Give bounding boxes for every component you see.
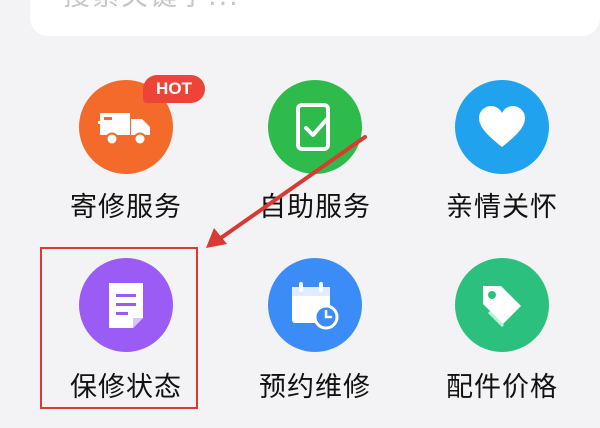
search-bar[interactable]: 搜索关键字... [30, 0, 600, 36]
parts-price-icon-circle [455, 258, 549, 352]
calendar-clock-icon [292, 282, 339, 330]
grid-item-label: 自助服务 [259, 192, 371, 223]
grid-item-family-care[interactable]: 亲情关怀 [402, 80, 600, 250]
grid-item-self-service[interactable]: 自助服务 [215, 80, 415, 250]
heart-icon [479, 106, 525, 147]
truck-icon [98, 113, 150, 146]
tag-icon [483, 286, 521, 328]
self-service-icon-circle [268, 80, 362, 174]
grid-item-mail-repair[interactable]: 寄修服务 [26, 80, 226, 250]
grid-item-label: 预约维修 [259, 372, 371, 403]
grid-item-appointment-repair[interactable]: 预约维修 [215, 258, 415, 428]
hot-badge: HOT [143, 75, 205, 103]
highlight-box [40, 247, 198, 409]
family-care-icon-circle [455, 80, 549, 174]
phone-check-icon [296, 103, 330, 151]
grid-item-label: 配件价格 [446, 372, 558, 403]
search-input[interactable]: 搜索关键字... [63, 0, 240, 13]
grid-item-label: 亲情关怀 [446, 192, 558, 223]
grid-item-label: 寄修服务 [70, 192, 182, 223]
appointment-repair-icon-circle [268, 258, 362, 352]
grid-item-parts-price[interactable]: 配件价格 [402, 258, 600, 428]
